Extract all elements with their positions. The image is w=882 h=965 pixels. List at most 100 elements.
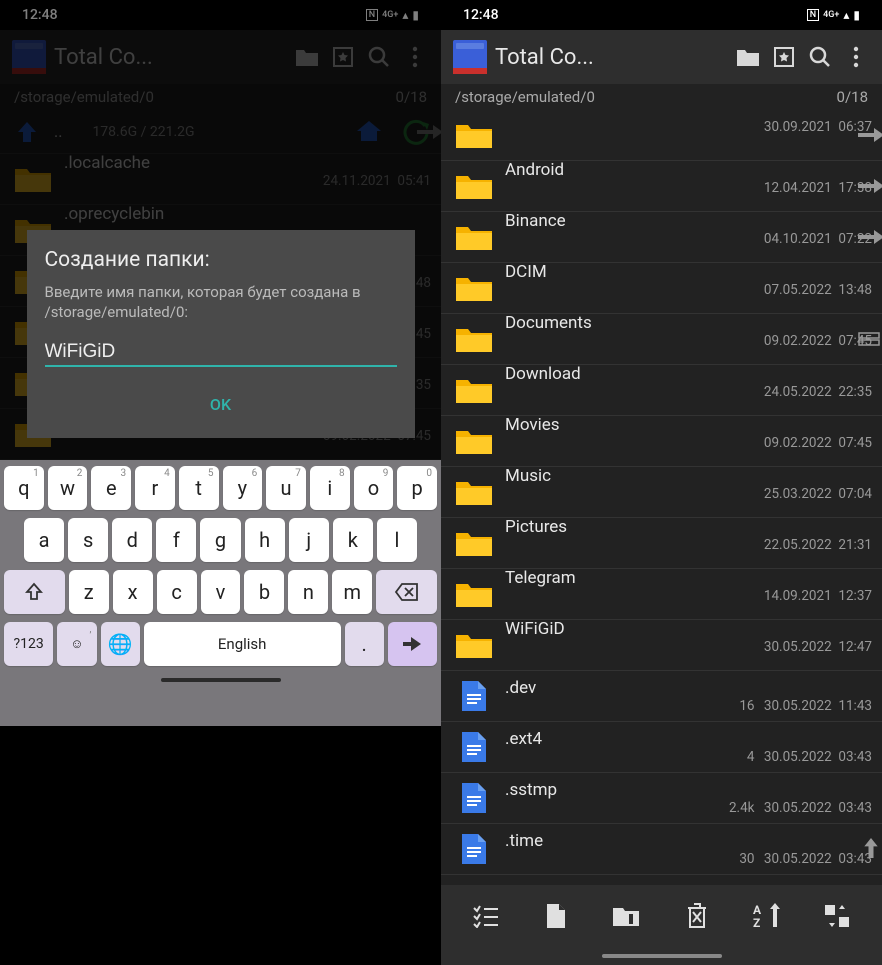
menu-icon[interactable] (842, 43, 870, 71)
key-d[interactable]: d (112, 518, 152, 562)
file-name: Android (505, 160, 872, 180)
file-meta: 09.02.2022 07:45 (505, 435, 872, 467)
file-row[interactable]: Download 24.05.2022 22:35 (441, 365, 882, 416)
bookmark-icon[interactable] (770, 43, 798, 71)
key-i[interactable]: i8 (310, 466, 350, 510)
key-g[interactable]: g (200, 518, 240, 562)
key-a[interactable]: a (24, 518, 64, 562)
file-meta: 4 30.05.2022 03:43 (505, 749, 872, 765)
file-row[interactable]: WiFiGiD 30.05.2022 12:47 (441, 620, 882, 671)
signal-icon: ▴ (843, 8, 849, 22)
key-n[interactable]: n (288, 570, 328, 614)
file-meta: 07.05.2022 13:48 (505, 282, 872, 314)
key-m[interactable]: m (332, 570, 372, 614)
file-name: WiFiGiD (505, 619, 872, 639)
swap-icon[interactable] (822, 901, 852, 931)
file-name: .time (505, 831, 872, 851)
key-q[interactable]: q1 (4, 466, 44, 510)
shift-key[interactable] (4, 570, 65, 614)
key-v[interactable]: v (201, 570, 241, 614)
dialog-title: Создание папки: (45, 248, 397, 272)
backspace-key[interactable] (376, 570, 437, 614)
key-e[interactable]: e3 (91, 466, 131, 510)
key-j[interactable]: j (289, 518, 329, 562)
folder-icon (451, 321, 497, 357)
file-row[interactable]: Android 12.04.2021 17:38 (441, 161, 882, 212)
key-s[interactable]: s (68, 518, 108, 562)
folder-icon (451, 270, 497, 306)
file-meta: 2.4k 30.05.2022 03:43 (505, 800, 872, 816)
create-folder-dialog: Создание папки: Введите имя папки, котор… (27, 230, 415, 438)
folder-icon (451, 168, 497, 204)
key-p[interactable]: p0 (397, 466, 437, 510)
file-row[interactable]: Pictures 22.05.2022 21:31 (441, 518, 882, 569)
lang-key[interactable]: 🌐 (101, 622, 140, 666)
file-meta: 25.03.2022 07:04 (505, 486, 872, 518)
file-row[interactable]: Music 25.03.2022 07:04 (441, 467, 882, 518)
emoji-key[interactable]: ☺, (57, 622, 96, 666)
file-meta: 12.04.2021 17:38 (505, 180, 872, 212)
svg-text:Z: Z (753, 916, 760, 929)
file-name: Music (505, 466, 872, 486)
sort-icon[interactable]: AZ (752, 901, 782, 931)
file-row[interactable]: Telegram 14.09.2021 12:37 (441, 569, 882, 620)
file-meta: 24.05.2022 22:35 (505, 384, 872, 416)
folder-icon (451, 117, 497, 153)
folder-icon (451, 372, 497, 408)
key-z[interactable]: z (69, 570, 109, 614)
folder-icon (451, 525, 497, 561)
key-f[interactable]: f (156, 518, 196, 562)
file-row[interactable]: Movies 09.02.2022 07:45 (441, 416, 882, 467)
key-u[interactable]: u7 (266, 466, 306, 510)
file-name: Binance (505, 211, 872, 231)
key-y[interactable]: y6 (223, 466, 263, 510)
file-meta: 30.05.2022 12:47 (505, 639, 872, 671)
enter-key[interactable] (388, 622, 437, 666)
file-name: Documents (505, 313, 872, 333)
file-meta: 22.05.2022 21:31 (505, 537, 872, 569)
file-meta: 16 30.05.2022 11:43 (505, 698, 872, 714)
battery-icon: ▮ (853, 8, 860, 22)
key-h[interactable]: h (245, 518, 285, 562)
key-l[interactable]: l (377, 518, 417, 562)
file-name: Pictures (505, 517, 872, 537)
key-r[interactable]: r4 (135, 466, 175, 510)
key-k[interactable]: k (333, 518, 373, 562)
nfc-icon: N (807, 9, 819, 21)
symbols-key[interactable]: ?123 (4, 622, 53, 666)
app-header: Total Co... (441, 30, 882, 84)
ok-button[interactable]: OK (45, 389, 397, 420)
file-row[interactable]: .sstmp2.4k 30.05.2022 03:43 (441, 773, 882, 824)
file-meta: 09.02.2022 07:45 (505, 333, 872, 365)
folder-tab-icon[interactable] (734, 43, 762, 71)
key-t[interactable]: t5 (179, 466, 219, 510)
folder-name-input[interactable] (45, 341, 397, 363)
file-icon (451, 729, 497, 765)
key-w[interactable]: w2 (48, 466, 88, 510)
file-meta: 30.09.2021 06:37 (505, 119, 872, 151)
period-key[interactable]: . (345, 622, 384, 666)
file-icon (451, 831, 497, 867)
nav-pill[interactable] (602, 954, 722, 958)
file-meta: 14.09.2021 12:37 (505, 588, 872, 620)
file-row[interactable]: Binance 04.10.2021 07:22 (441, 212, 882, 263)
file-name: .ext4 (505, 729, 872, 749)
key-c[interactable]: c (157, 570, 197, 614)
file-row[interactable]: .ext44 30.05.2022 03:43 (441, 722, 882, 773)
key-x[interactable]: x (113, 570, 153, 614)
new-file-icon[interactable] (541, 901, 571, 931)
archive-icon[interactable] (611, 901, 641, 931)
file-icon (451, 780, 497, 816)
file-list-right[interactable]: 30.09.2021 06:37 Android 12.04.2021 17:38… (441, 110, 882, 885)
select-icon[interactable] (471, 901, 501, 931)
search-icon[interactable] (806, 43, 834, 71)
delete-icon[interactable] (682, 901, 712, 931)
key-b[interactable]: b (244, 570, 284, 614)
file-row[interactable]: .time30 30.05.2022 03:43 (441, 824, 882, 875)
space-key[interactable]: English (144, 622, 341, 666)
file-row[interactable]: .dev16 30.05.2022 11:43 (441, 671, 882, 722)
file-row[interactable]: DCIM 07.05.2022 13:48 (441, 263, 882, 314)
key-o[interactable]: o9 (354, 466, 394, 510)
file-row[interactable]: 30.09.2021 06:37 (441, 110, 882, 161)
file-row[interactable]: Documents 09.02.2022 07:45 (441, 314, 882, 365)
